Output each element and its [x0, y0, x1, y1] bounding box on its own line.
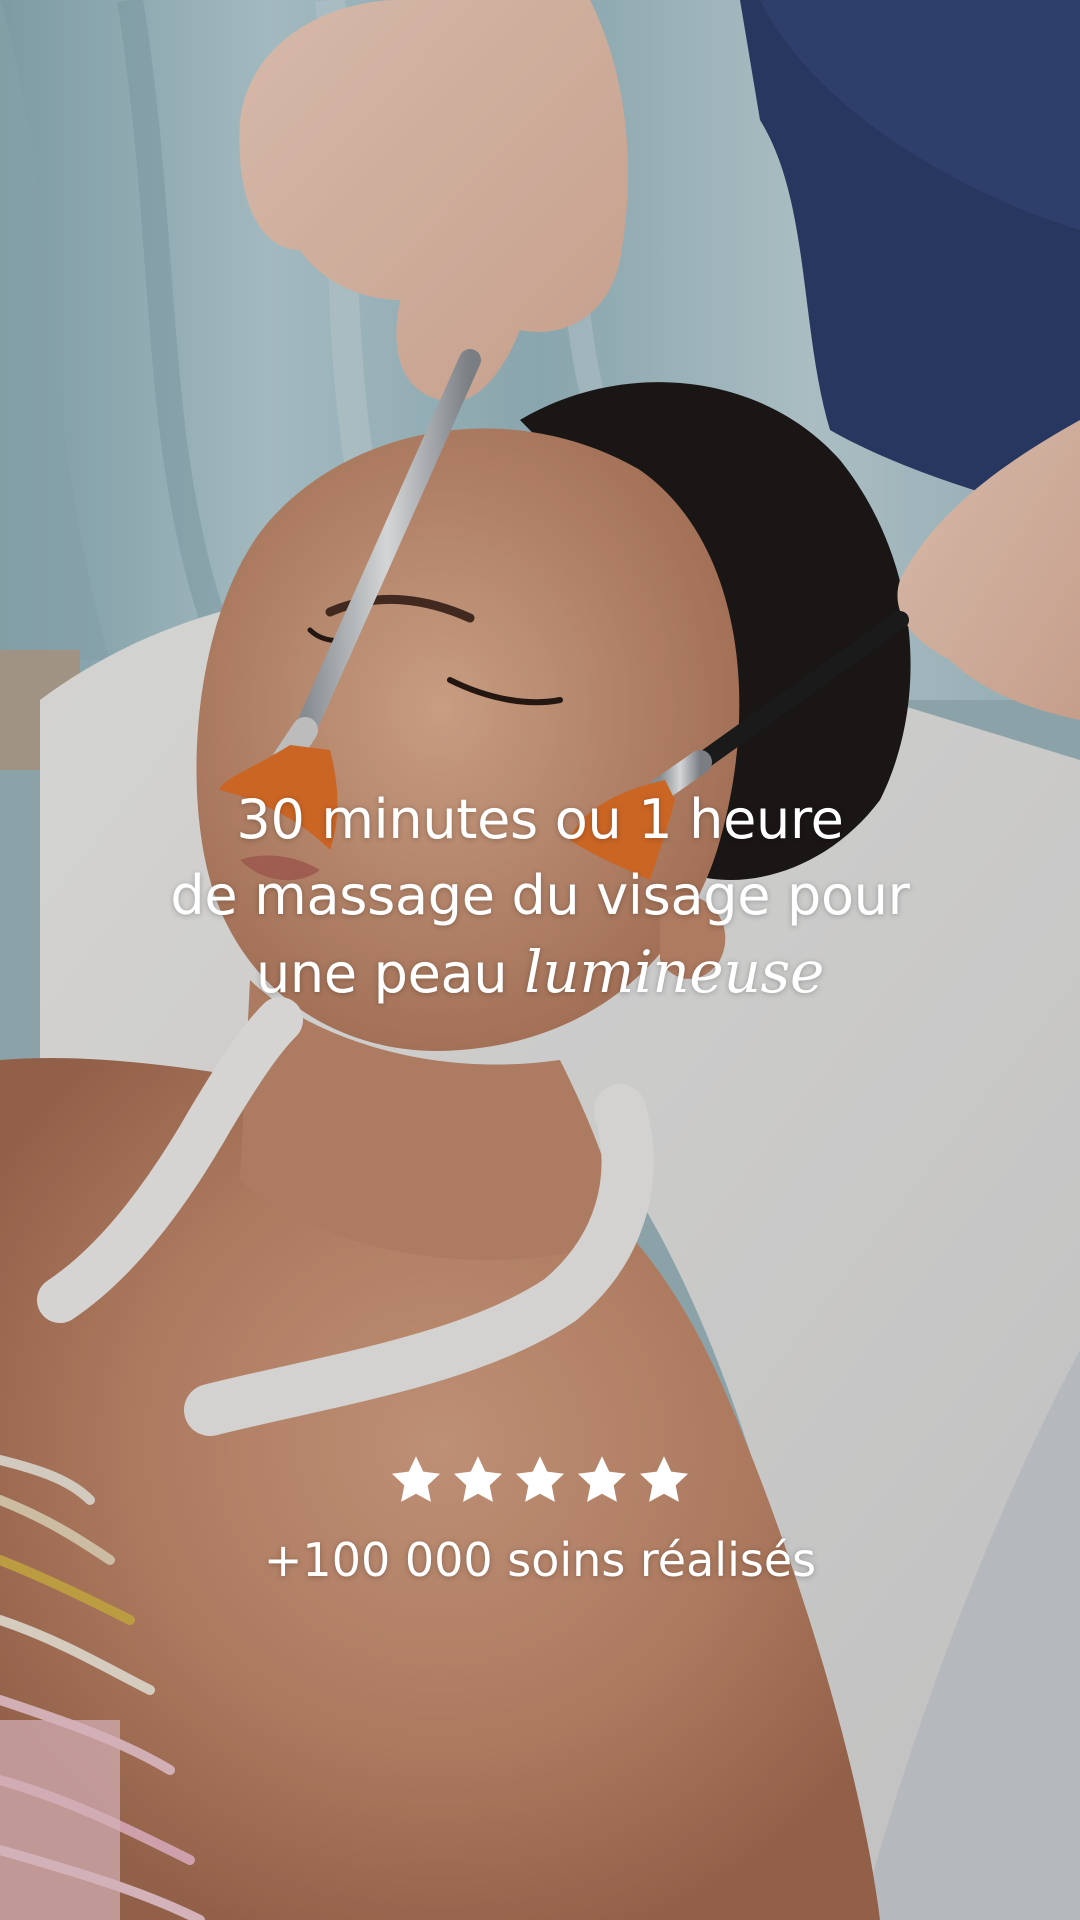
rating-block: +100 000 soins réalisés: [0, 1452, 1080, 1590]
story-frame: 30 minutes ou 1 heure de massage du visa…: [0, 0, 1080, 1920]
headline-line-3-prefix: une peau: [256, 942, 525, 1005]
star-icon: [574, 1452, 630, 1508]
star-icon: [636, 1452, 692, 1508]
headline-accent-word: lumineuse: [524, 938, 824, 1006]
star-icon: [450, 1452, 506, 1508]
star-rating: [388, 1452, 692, 1508]
headline-line-3: une peau lumineuse: [0, 934, 1080, 1012]
star-icon: [512, 1452, 568, 1508]
headline-line-1: 30 minutes ou 1 heure: [236, 788, 844, 851]
headline: 30 minutes ou 1 heure de massage du visa…: [0, 782, 1080, 1012]
headline-line-2: de massage du visage pour: [170, 864, 910, 927]
star-icon: [388, 1452, 444, 1508]
rating-caption: +100 000 soins réalisés: [263, 1533, 817, 1587]
